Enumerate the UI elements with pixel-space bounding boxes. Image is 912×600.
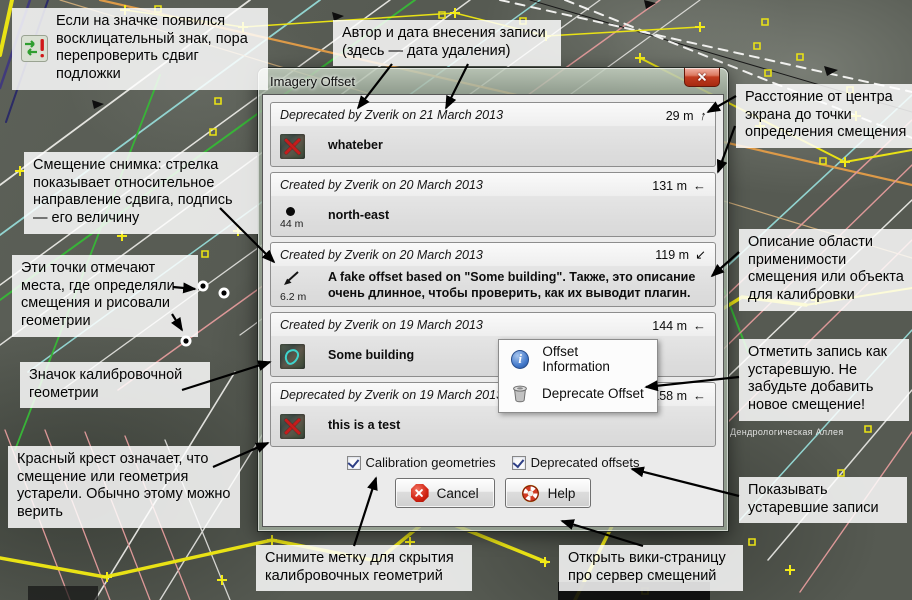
dialog-titlebar[interactable]: Imagery Offset — [258, 68, 728, 94]
callout-show-deprecated: Показывать устаревшие записи — [739, 477, 907, 523]
callout-dots: Эти точки отмечают места, где определяли… — [12, 255, 198, 337]
entry-distance: 158 m← — [652, 388, 706, 403]
direction-arrow-icon: ↙ — [695, 247, 706, 263]
menu-item-offset-information[interactable]: i Offset Information — [499, 342, 657, 376]
checkbox-row: Calibration geometries Deprecated offset… — [270, 455, 716, 470]
callout-description: Описание области применимости смещения и… — [739, 229, 912, 311]
entry-author-date: Created by Zverik on 20 March 2013 — [280, 248, 483, 262]
entry-body: 6.2 m A fake offset based on "Some build… — [271, 266, 715, 307]
calibration-geometries-checkbox[interactable]: Calibration geometries — [347, 455, 496, 470]
entry-offset-magnitude: 44 m — [280, 218, 303, 230]
entry-author-date: Deprecated by Zverik on 19 March 2013 — [280, 388, 503, 402]
entry-body: whateber — [271, 126, 715, 167]
entry-offset-magnitude: 6.2 m — [280, 291, 306, 303]
callout-offset-arrow: Смещение снимка: стрелка показывает отно… — [24, 152, 258, 234]
entry-author-date: Created by Zverik on 19 March 2013 — [280, 318, 483, 332]
direction-arrow-icon: ← — [693, 178, 706, 193]
entry-distance: 29 m↑ — [666, 108, 706, 123]
callout-red-cross: Красный крест означает, что смещение или… — [8, 446, 240, 528]
dot-icon — [286, 207, 295, 216]
red-cross-thumbnail-icon — [280, 414, 305, 439]
dialog-content: Deprecated by Zverik on 21 March 2013 29… — [262, 94, 724, 527]
building-footprint — [28, 586, 98, 600]
callout-author-date: Автор и дата внесения записи (здесь — да… — [333, 20, 561, 66]
southwest-arrow-icon — [280, 269, 302, 289]
direction-arrow-icon: ← — [693, 318, 706, 333]
callout-distance: Расстояние от центра экрана до точки опр… — [736, 84, 912, 148]
screenshot-root: Дендрологическая Аллея Imagery Offset De… — [0, 0, 912, 600]
entry-header: Created by Zverik on 20 March 2013 131 m… — [271, 173, 715, 196]
info-circle-icon: i — [511, 350, 529, 369]
deprecated-offsets-checkbox[interactable]: Deprecated offsets — [512, 455, 640, 470]
entry-label: this is a test — [318, 418, 400, 434]
offset-context-menu: i Offset Information Deprecate Offset — [498, 339, 658, 413]
cancel-button[interactable]: Cancel — [395, 478, 495, 508]
callout-calibration-icon: Значок калибровочной геометрии — [20, 362, 210, 408]
entry-label: whateber — [318, 138, 383, 154]
checkbox-label: Calibration geometries — [366, 455, 496, 470]
offset-entry[interactable]: Created by Zverik on 20 March 2013 131 m… — [270, 172, 716, 237]
button-row: Cancel Help — [270, 478, 716, 508]
entry-label: north-east — [318, 208, 389, 224]
entry-distance: 144 m← — [652, 318, 706, 333]
street-label: Дендрологическая Аллея — [730, 427, 844, 437]
close-button[interactable] — [684, 68, 720, 87]
entry-header: Deprecated by Zverik on 21 March 2013 29… — [271, 103, 715, 126]
close-icon — [698, 73, 707, 82]
entry-body: 44 m north-east — [271, 196, 715, 237]
imagery-offset-dialog: Imagery Offset Deprecated by Zverik on 2… — [258, 68, 728, 531]
cancel-icon — [411, 484, 429, 502]
offset-entry[interactable]: Created by Zverik on 20 March 2013 119 m… — [270, 242, 716, 307]
entry-author-date: Created by Zverik on 20 March 2013 — [280, 178, 483, 192]
offset-entry[interactable]: Deprecated by Zverik on 21 March 2013 29… — [270, 102, 716, 167]
dialog-title: Imagery Offset — [270, 74, 355, 89]
callout-icon-warning: Если на значке появился восклицательный … — [12, 8, 268, 90]
recheck-offset-icon — [21, 35, 48, 62]
help-button[interactable]: Help — [505, 478, 592, 508]
direction-arrow-icon: ↑ — [698, 107, 708, 123]
entry-author-date: Deprecated by Zverik on 21 March 2013 — [280, 108, 503, 122]
entry-distance: 131 m← — [652, 178, 706, 193]
callout-hide-calibration: Снимите метку для скрытия калибровочных … — [256, 545, 472, 591]
checkbox-checked-icon — [347, 456, 361, 470]
menu-item-deprecate-offset[interactable]: Deprecate Offset — [499, 376, 657, 410]
teal-geometry-icon — [280, 344, 305, 369]
checkbox-label: Deprecated offsets — [531, 455, 640, 470]
entry-header: Created by Zverik on 20 March 2013 119 m… — [271, 243, 715, 266]
entry-label: A fake offset based on "Some building". … — [318, 270, 706, 301]
callout-wiki-help: Открыть вики-страницу про сервер смещени… — [559, 545, 743, 591]
entry-header: Created by Zverik on 19 March 2013 144 m… — [271, 313, 715, 336]
red-cross-thumbnail-icon — [280, 134, 305, 159]
lifebuoy-icon — [521, 484, 540, 503]
trash-icon — [511, 384, 529, 403]
checkbox-checked-icon — [512, 456, 526, 470]
entry-distance: 119 m↙ — [655, 247, 706, 263]
callout-deprecate: Отметить запись как устаревшую. Не забуд… — [739, 339, 909, 421]
direction-arrow-icon: ← — [693, 388, 706, 403]
entry-label: Some building — [318, 348, 414, 364]
